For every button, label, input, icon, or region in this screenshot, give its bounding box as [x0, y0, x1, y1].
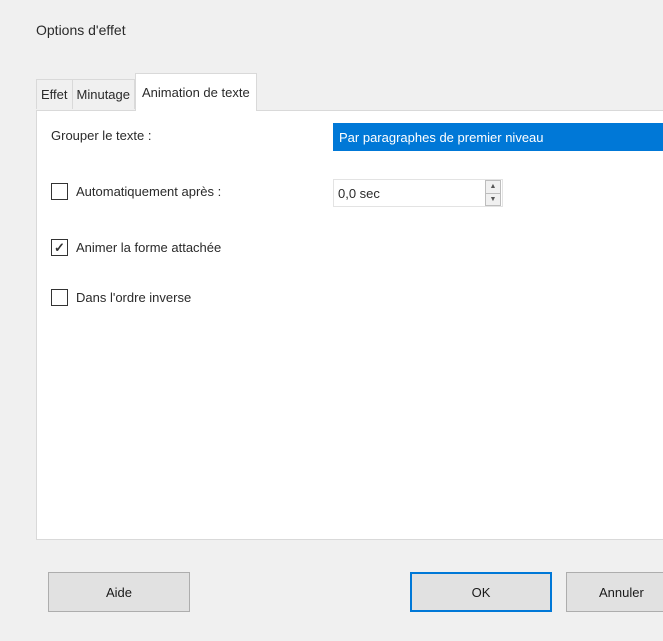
spin-down-button[interactable]: ▼ [486, 192, 500, 206]
cancel-button[interactable]: Annuler [566, 572, 663, 612]
auto-after-row: Automatiquement après : [51, 183, 221, 200]
group-text-label: Grouper le texte : [51, 128, 152, 143]
animate-shape-row: Animer la forme attachée [51, 239, 221, 256]
auto-after-input[interactable]: 0,0 sec [333, 179, 503, 207]
animate-shape-label: Animer la forme attachée [76, 240, 222, 255]
tab-panel: Grouper le texte : Par paragraphes de pr… [36, 110, 663, 540]
ok-button[interactable]: OK [410, 572, 552, 612]
tab-animation-de-texte[interactable]: Animation de texte [135, 73, 257, 111]
help-button[interactable]: Aide [48, 572, 190, 612]
tab-bar: Effet Minutage Animation de texte [36, 73, 257, 111]
auto-after-checkbox[interactable] [51, 183, 68, 200]
animate-shape-checkbox[interactable] [51, 239, 68, 256]
group-text-select[interactable]: Par paragraphes de premier niveau [333, 123, 663, 151]
dialog-title: Options d'effet [36, 22, 126, 38]
reverse-order-label: Dans l'ordre inverse [76, 290, 192, 305]
auto-after-spinner: ▲ ▼ [485, 180, 501, 206]
spin-up-button[interactable]: ▲ [486, 181, 500, 193]
tab-minutage[interactable]: Minutage [72, 79, 135, 109]
tab-effet[interactable]: Effet [36, 79, 73, 109]
reverse-order-checkbox[interactable] [51, 289, 68, 306]
reverse-order-row: Dans l'ordre inverse [51, 289, 191, 306]
auto-after-label: Automatiquement après : [76, 184, 222, 199]
